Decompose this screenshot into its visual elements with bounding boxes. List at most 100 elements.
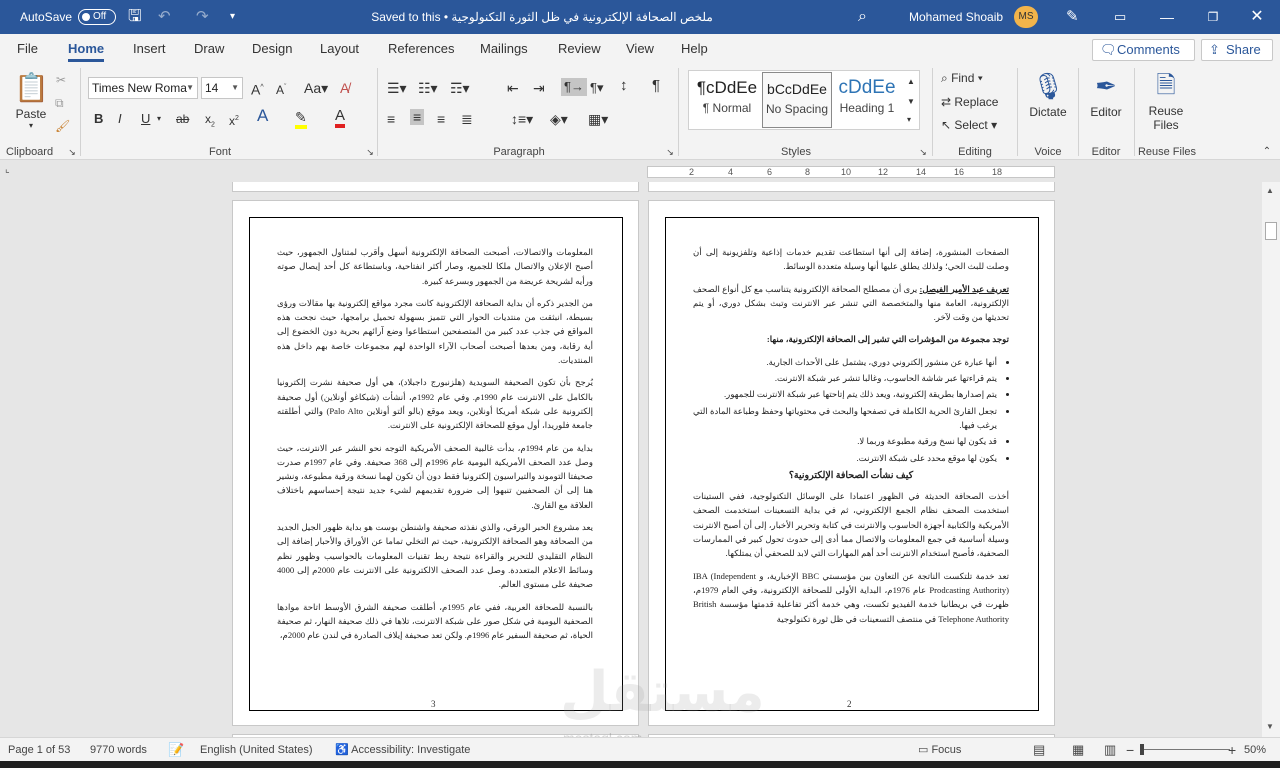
find-button[interactable]: ⌕ Find ▾ — [941, 70, 983, 86]
page-3[interactable]: المعلومات والاتصالات، أصبحت الصحافة الإل… — [232, 200, 639, 726]
list-item[interactable]: يتم إصدارها بطريقة إلكترونية، ويعد ذلك ي… — [693, 387, 997, 401]
style-heading-1[interactable]: cDdEe Heading 1 — [832, 72, 902, 128]
chevron-down-icon[interactable]: ▾ — [157, 111, 161, 127]
paragraph[interactable]: تعريف عبد الأمير الفيصل: يرى أن مصطلح ال… — [693, 282, 1009, 325]
zoom-level[interactable]: 50% — [1244, 738, 1266, 762]
ltr-direction-icon[interactable]: ¶→ — [561, 78, 587, 96]
tab-design[interactable]: Design — [252, 34, 292, 64]
collapse-ribbon-icon[interactable]: ⌃ — [1260, 145, 1274, 159]
accessibility-status[interactable]: ♿ Accessibility: Investigate — [335, 738, 470, 762]
paragraph[interactable]: يعد مشروع الحبر الورقي، والذي نفذته صحيف… — [277, 520, 593, 591]
text-effects-icon[interactable]: A — [257, 107, 268, 124]
language[interactable]: English (United States) — [200, 738, 313, 762]
style-normal[interactable]: ¶cDdEe ¶ Normal — [692, 72, 762, 128]
tab-selector-icon[interactable]: ⌞ — [5, 164, 10, 175]
justify-icon[interactable]: ≣ — [461, 111, 473, 127]
paste-button[interactable]: 📋 Paste ▾ — [14, 70, 49, 130]
styles-launcher-icon[interactable]: ↘ — [917, 145, 929, 159]
list-item[interactable]: يتم قراءتها عبر شاشة الحاسوب، وغالبا تنش… — [693, 371, 997, 385]
grow-font-icon[interactable]: A^ — [251, 80, 264, 98]
read-mode-icon[interactable]: ▤ — [1033, 738, 1045, 762]
subscript-icon[interactable]: x2 — [205, 111, 215, 133]
tab-home[interactable]: Home — [68, 34, 105, 64]
pen-icon[interactable]: ✎ — [1066, 0, 1079, 34]
font-name-box[interactable]: Times New Roma ▼ — [88, 77, 198, 99]
ribbon-display-options-icon[interactable]: ▭ — [1114, 0, 1126, 34]
autosave-toggle[interactable]: Off — [78, 9, 116, 25]
list-item[interactable]: يكون لها موقع محدد على شبكة الانترنت. — [693, 451, 997, 465]
tab-file[interactable]: File — [17, 34, 38, 64]
font-launcher-icon[interactable]: ↘ — [364, 145, 376, 159]
align-left-icon[interactable]: ≡ — [387, 111, 395, 127]
bold-icon[interactable]: B — [94, 111, 103, 127]
vertical-scrollbar[interactable]: ▲ ▼ — [1262, 182, 1280, 737]
zoom-in-icon[interactable]: + — [1228, 738, 1236, 762]
focus-button[interactable]: ▭ Focus — [918, 738, 961, 762]
paragraph[interactable]: من الجدير ذكره أن بداية الصحافة الإلكترو… — [277, 296, 593, 367]
customize-quick-access-icon[interactable]: ▾ — [230, 0, 235, 34]
avatar[interactable]: MS — [1014, 6, 1038, 28]
tab-help[interactable]: Help — [681, 34, 708, 64]
numbering-icon[interactable]: ☷▾ — [418, 80, 438, 96]
sort-icon[interactable]: ↕ — [620, 78, 628, 94]
paragraph[interactable]: تعد خدمة تلتكست الناتجة عن التعاون بين م… — [693, 569, 1009, 626]
dictate-button[interactable]: 🎙 Dictate — [1025, 68, 1071, 120]
list-item[interactable]: أنها عبارة عن منشور إلكتروني دوري، يشتمل… — [693, 355, 997, 369]
tab-layout[interactable]: Layout — [320, 34, 359, 64]
reuse-files-button[interactable]: 🗎 Reuse Files — [1140, 68, 1192, 132]
underline-icon[interactable]: U — [141, 111, 150, 127]
clipboard-launcher-icon[interactable]: ↘ — [66, 145, 78, 159]
select-button[interactable]: ↖ Select ▾ — [941, 117, 997, 133]
proofing-icon[interactable]: 📝 — [168, 738, 184, 762]
page-2[interactable]: الصفحات المنشورة، إضافة إلى أنها استطاعت… — [648, 200, 1055, 726]
clear-formatting-icon[interactable]: A̸ — [340, 80, 349, 96]
font-color-icon[interactable]: A — [335, 108, 346, 128]
tab-insert[interactable]: Insert — [133, 34, 166, 64]
save-icon[interactable]: 🖫 — [128, 0, 142, 34]
strikethrough-icon[interactable]: ab — [176, 111, 189, 127]
change-case-icon[interactable]: Aa▾ — [304, 80, 328, 96]
multilevel-list-icon[interactable]: ☶▾ — [450, 80, 470, 96]
tab-review[interactable]: Review — [558, 34, 601, 64]
scroll-up-icon[interactable]: ▲ — [1266, 186, 1274, 195]
share-button[interactable]: ⇪ Share — [1201, 39, 1273, 61]
shading-icon[interactable]: ◈▾ — [550, 111, 568, 127]
tab-references[interactable]: References — [388, 34, 454, 64]
restore-icon[interactable]: ❐ — [1190, 0, 1236, 34]
paragraph[interactable]: يُرجح بأن تكون الصحيفة السويدية (هلزنبور… — [277, 375, 593, 432]
superscript-icon[interactable]: x2 — [229, 111, 239, 129]
zoom-slider[interactable] — [1140, 749, 1230, 750]
comments-button[interactable]: 🗨 Comments — [1092, 39, 1195, 61]
align-center-icon[interactable]: ≡ — [410, 109, 425, 125]
zoom-out-icon[interactable]: − — [1126, 738, 1134, 762]
document-canvas[interactable]: المعلومات والاتصالات، أصبحت الصحافة الإل… — [18, 182, 1262, 737]
user-name[interactable]: Mohamed Shoaib — [909, 0, 1003, 34]
paragraph[interactable]: الصفحات المنشورة، إضافة إلى أنها استطاعت… — [693, 245, 1009, 274]
align-right-icon[interactable]: ≡ — [437, 111, 445, 127]
zoom-slider-thumb[interactable] — [1140, 744, 1144, 755]
rtl-direction-icon[interactable]: ¶▾ — [590, 80, 604, 96]
styles-more-icon[interactable]: ▾ — [907, 112, 911, 128]
word-count[interactable]: 9770 words — [90, 738, 147, 762]
search-icon[interactable]: ⌕ — [858, 0, 867, 34]
styles-scroll-down-icon[interactable]: ▼ — [907, 94, 915, 110]
bullets-icon[interactable]: ☰▾ — [387, 80, 407, 96]
paragraph[interactable]: بالنسبة للصحافة العربية، ففي عام 1995م، … — [277, 600, 593, 643]
tab-view[interactable]: View — [626, 34, 654, 64]
close-icon[interactable]: ✕ — [1234, 0, 1280, 34]
scroll-down-icon[interactable]: ▼ — [1266, 722, 1274, 731]
paragraph[interactable]: أخذت الصحافة الحديثة في الظهور اعتمادا ع… — [693, 489, 1009, 560]
show-formatting-icon[interactable]: ¶ — [652, 78, 660, 94]
tab-draw[interactable]: Draw — [194, 34, 224, 64]
section-heading[interactable]: كيف نشأت الصحافة الإلكترونية؟ — [693, 469, 1009, 483]
copy-icon[interactable]: ⧉ — [55, 95, 64, 111]
italic-icon[interactable]: I — [118, 111, 122, 127]
minimize-icon[interactable]: — — [1144, 0, 1190, 34]
shrink-font-icon[interactable]: Aˇ — [276, 80, 286, 98]
web-layout-icon[interactable]: ▥ — [1104, 738, 1116, 762]
format-painter-icon[interactable]: 🖌 — [55, 118, 70, 134]
paragraph[interactable]: بداية من عام 1994م، بدأت غالبية الصحف ال… — [277, 441, 593, 512]
style-no-spacing[interactable]: bCcDdEe No Spacing — [762, 72, 832, 128]
page-3-text[interactable]: المعلومات والاتصالات، أصبحت الصحافة الإل… — [277, 245, 593, 650]
list-item[interactable]: قد يكون لها نسخ ورقية مطبوعة وربما لا. — [693, 434, 997, 448]
